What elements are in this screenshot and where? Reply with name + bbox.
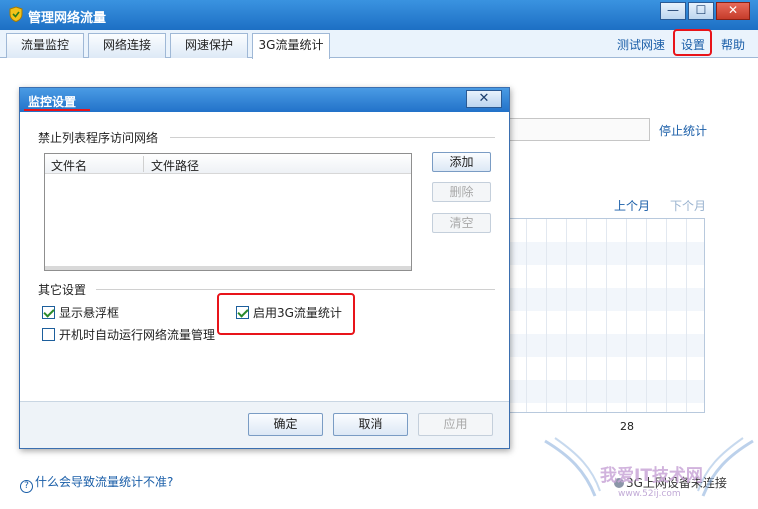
connection-status-text: 3G上网设备未连接 xyxy=(626,476,727,490)
help-link[interactable]: 帮助 xyxy=(721,36,745,53)
traffic-chart xyxy=(505,218,705,413)
window-title: 管理网络流量 xyxy=(28,11,107,26)
column-filepath[interactable]: 文件路径 xyxy=(151,157,199,174)
autostart-label: 开机时自动运行网络流量管理 xyxy=(59,328,216,342)
stats-input[interactable] xyxy=(505,118,650,141)
app-shield-icon xyxy=(9,6,23,22)
cancel-button[interactable]: 取消 xyxy=(333,413,408,436)
show-float-label: 显示悬浮框 xyxy=(59,306,120,320)
dialog-close-button[interactable]: ✕ xyxy=(466,90,502,108)
list-scrollbar[interactable] xyxy=(45,266,411,270)
accuracy-help-link[interactable]: ? 什么会导致流量统计不准? xyxy=(20,473,173,493)
minimize-button[interactable]: — xyxy=(660,2,686,20)
apply-button[interactable]: 应用 xyxy=(418,413,493,436)
dialog-title-underline xyxy=(24,109,90,111)
tab-network-connections[interactable]: 网络连接 xyxy=(88,33,166,58)
connection-status: 3G上网设备未连接 xyxy=(614,474,727,491)
dialog-title-bar: 监控设置 ✕ xyxy=(20,88,509,112)
title-bar: 管理网络流量 — ☐ ✕ xyxy=(0,0,758,30)
show-float-option[interactable]: 显示悬浮框 xyxy=(42,304,119,321)
device-status-icon xyxy=(614,478,624,488)
question-icon: ? xyxy=(20,480,33,493)
blocked-programs-list[interactable]: 文件名 文件路径 xyxy=(44,153,412,271)
enable-3g-highlight-box xyxy=(217,293,355,335)
section-divider xyxy=(170,137,495,138)
next-month-link[interactable]: 下个月 xyxy=(670,197,706,214)
ok-button[interactable]: 确定 xyxy=(248,413,323,436)
accuracy-help-text: 什么会导致流量统计不准? xyxy=(35,475,174,489)
other-settings-label: 其它设置 xyxy=(38,283,87,297)
section-divider xyxy=(96,289,495,290)
chart-tick-label: 28 xyxy=(620,420,634,433)
checkbox-unchecked-icon[interactable] xyxy=(42,328,55,341)
clear-button[interactable]: 清空 xyxy=(432,213,491,233)
dialog-footer: 确定 取消 应用 xyxy=(20,402,509,448)
checkbox-checked-icon[interactable] xyxy=(42,306,55,319)
autostart-option[interactable]: 开机时自动运行网络流量管理 xyxy=(42,326,215,343)
stop-stat-link[interactable]: 停止统计 xyxy=(659,122,707,139)
tab-bar: 流量监控 网络连接 网速保护 3G流量统计 测试网速 设置 帮助 xyxy=(0,30,758,59)
test-speed-link[interactable]: 测试网速 xyxy=(617,36,665,53)
monitor-settings-dialog: 监控设置 ✕ 禁止列表程序访问网络 文件名 文件路径 添加 删除 清空 其它设置… xyxy=(19,87,510,449)
list-header: 文件名 文件路径 xyxy=(45,154,411,174)
tab-speed-protection[interactable]: 网速保护 xyxy=(170,33,248,58)
tab-traffic-monitor[interactable]: 流量监控 xyxy=(6,33,84,58)
blocked-list-label: 禁止列表程序访问网络 xyxy=(38,131,159,145)
tab-3g-traffic-stats[interactable]: 3G流量统计 xyxy=(252,33,330,59)
add-button[interactable]: 添加 xyxy=(432,152,491,172)
column-filename[interactable]: 文件名 xyxy=(51,157,87,174)
prev-month-link[interactable]: 上个月 xyxy=(614,197,650,214)
close-button[interactable]: ✕ xyxy=(716,2,750,20)
dialog-title: 监控设置 xyxy=(28,95,77,109)
maximize-button[interactable]: ☐ xyxy=(688,2,714,20)
settings-highlight-box xyxy=(673,29,712,56)
delete-button[interactable]: 删除 xyxy=(432,182,491,202)
